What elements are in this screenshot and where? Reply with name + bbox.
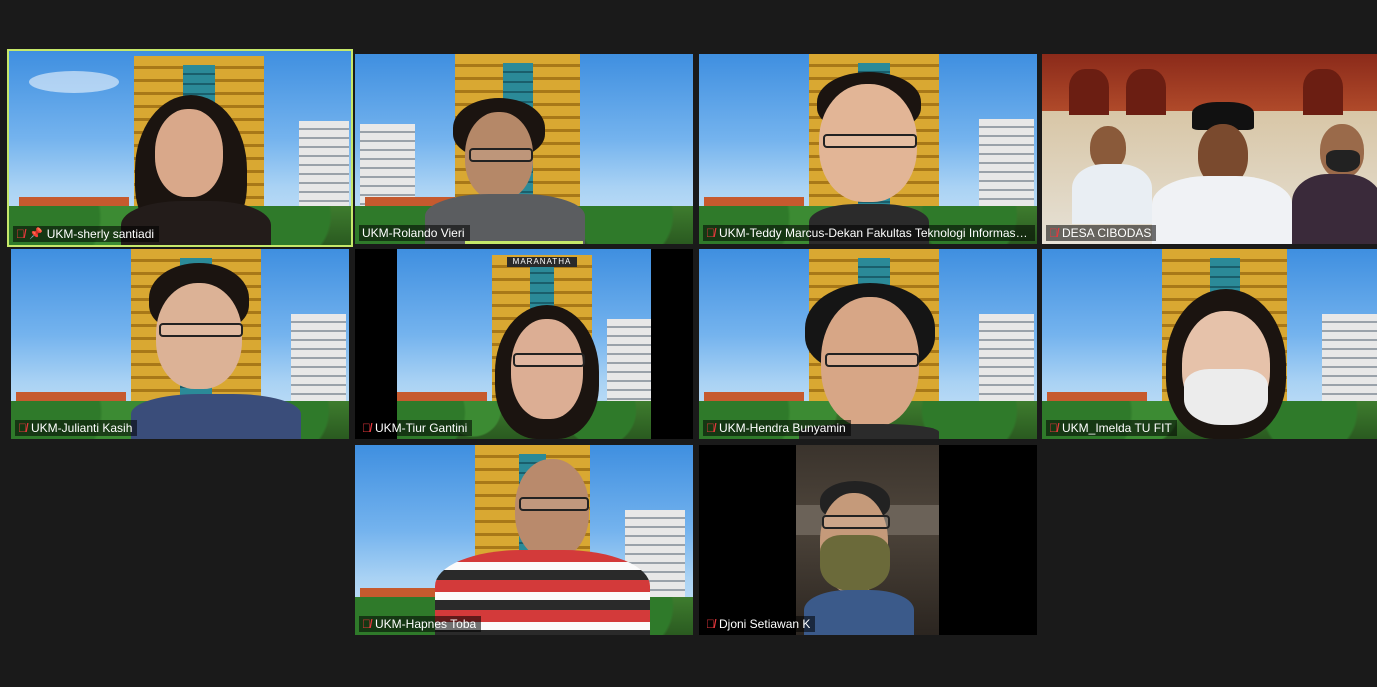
video-tile-imelda-tu-fit[interactable]: 🎙̸ UKM_Imelda TU FIT — [1042, 249, 1377, 439]
video-tile-tiur-gantini[interactable]: MARANATHA 🎙̸ UKM-Tiur Gantini — [355, 249, 693, 439]
video-tile-sherly-santiadi[interactable]: 🎙̸ 📌 UKM-sherly santiadi — [7, 49, 353, 247]
participant-name-label: 🎙̸ UKM-Hapnes Toba — [359, 616, 482, 632]
pin-icon: 📌 — [29, 227, 43, 240]
building-sign: MARANATHA — [507, 257, 577, 267]
participant-name-label: 🎙̸ DESA CIBODAS — [1046, 225, 1157, 241]
mic-off-icon: 🎙̸ — [362, 421, 371, 435]
participant-name-label: 🎙̸ UKM-Hendra Bunyamin — [703, 420, 851, 436]
mic-off-icon: 🎙̸ — [1049, 226, 1058, 240]
video-tile-rolando-vieri[interactable]: UKM-Rolando Vieri — [355, 54, 693, 244]
video-tile-teddy-marcus[interactable]: 🎙̸ UKM-Teddy Marcus-Dekan Fakultas Tekno… — [699, 54, 1037, 244]
video-tile-julianti-kasih[interactable]: 🎙̸ UKM-Julianti Kasih — [11, 249, 349, 439]
mic-off-icon: 🎙̸ — [706, 421, 715, 435]
participant-name-label: 🎙̸ UKM_Imelda TU FIT — [1046, 420, 1177, 436]
video-tile-hendra-bunyamin[interactable]: 🎙̸ UKM-Hendra Bunyamin — [699, 249, 1037, 439]
video-tile-desa-cibodas[interactable]: 🎙̸ DESA CIBODAS — [1042, 54, 1377, 244]
mic-off-icon: 🎙̸ — [706, 226, 715, 240]
mic-off-icon: 🎙̸ — [1049, 421, 1058, 435]
participant-name-label: 🎙̸ UKM-Julianti Kasih — [15, 420, 138, 436]
participant-name-label: UKM-Rolando Vieri — [359, 225, 470, 241]
video-tile-hapnes-toba[interactable]: 🎙̸ UKM-Hapnes Toba — [355, 445, 693, 635]
participant-name-label: 🎙̸ UKM-Tiur Gantini — [359, 420, 473, 436]
mic-off-icon: 🎙̸ — [18, 421, 27, 435]
mic-off-icon: 🎙̸ — [706, 617, 715, 631]
video-tile-djoni-setiawan-k[interactable]: 🎙̸ Djoni Setiawan K — [699, 445, 1037, 635]
participant-name-label: 🎙̸ Djoni Setiawan K — [703, 616, 816, 632]
participant-name-label: 🎙̸ UKM-Teddy Marcus-Dekan Fakultas Tekno… — [703, 225, 1035, 241]
mic-off-icon: 🎙̸ — [362, 617, 371, 631]
mic-off-icon: 🎙̸ — [16, 227, 25, 241]
participant-name-label: 🎙̸ 📌 UKM-sherly santiadi — [13, 226, 160, 242]
